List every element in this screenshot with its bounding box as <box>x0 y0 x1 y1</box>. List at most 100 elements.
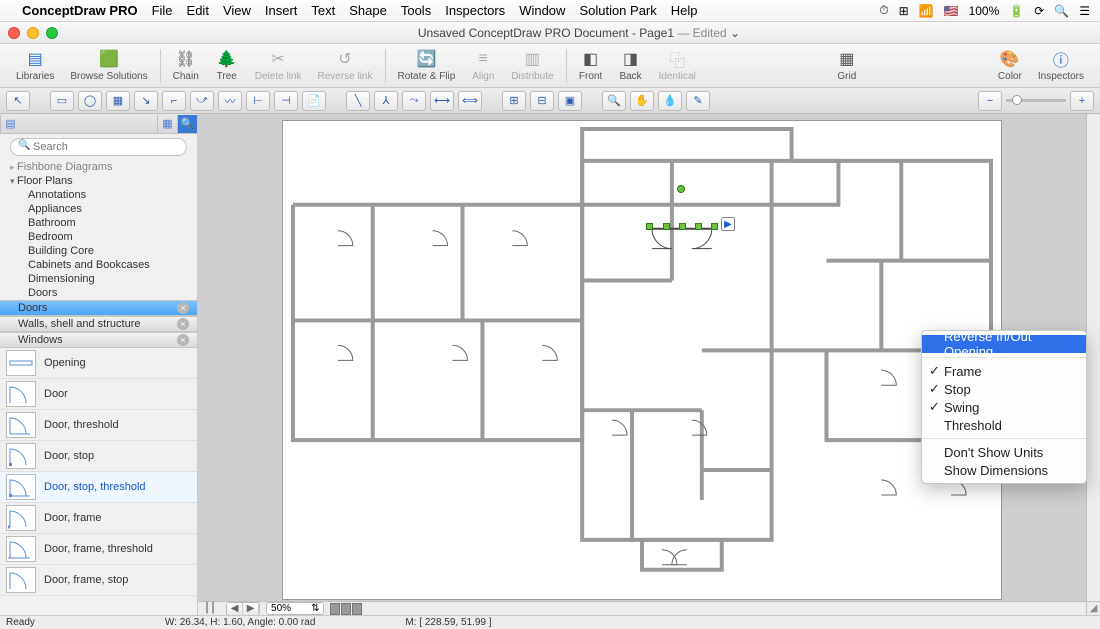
browse-solutions-button[interactable]: 🟩Browse Solutions <box>62 49 155 82</box>
zoom-in-button[interactable]: + <box>1070 91 1094 111</box>
category-windows[interactable]: Windows× <box>0 332 197 348</box>
arc-tool[interactable]: ⤻ <box>190 91 214 111</box>
resize-handle[interactable] <box>695 223 702 230</box>
tree-cabinets[interactable]: Cabinets and Bookcases <box>0 258 197 272</box>
libitem-door-stop[interactable]: Door, stop <box>0 441 197 472</box>
minimize-window[interactable] <box>27 27 39 39</box>
tree-floor-plans[interactable]: Floor Plans <box>0 174 197 188</box>
distribute-button[interactable]: ▥Distribute <box>503 49 561 82</box>
menu-inspectors[interactable]: Inspectors <box>445 3 505 18</box>
table-tool[interactable]: ▦ <box>106 91 130 111</box>
app-name[interactable]: ConceptDraw PRO <box>22 3 138 18</box>
spotlight-icon[interactable]: 🔍 <box>1054 4 1069 18</box>
identical-button[interactable]: ⿻Identical <box>651 49 704 82</box>
libitem-door-frame-stop[interactable]: Door, frame, stop <box>0 565 197 596</box>
pan-tool[interactable]: ✋ <box>630 91 654 111</box>
reverse-link-button[interactable]: ↺Reverse link <box>309 49 380 82</box>
horizontal-scrollbar[interactable]: ┃┃ ◀ ▶ 50%⇅ <box>198 601 1086 615</box>
dimh-tool[interactable]: ⟷ <box>430 91 454 111</box>
back-button[interactable]: ◨Back <box>611 49 651 82</box>
polyline-tool[interactable]: ⅄ <box>374 91 398 111</box>
menu-window[interactable]: Window <box>519 3 565 18</box>
ctx-frame[interactable]: Frame <box>922 362 1086 380</box>
zoom-window[interactable] <box>46 27 58 39</box>
menu-view[interactable]: View <box>223 3 251 18</box>
libitem-door[interactable]: Door <box>0 379 197 410</box>
title-dropdown-icon[interactable]: ⌄ <box>730 26 740 40</box>
resize-corner-icon[interactable]: ◢ <box>1086 601 1100 615</box>
ellipse-tool[interactable]: ◯ <box>78 91 102 111</box>
close-window[interactable] <box>8 27 20 39</box>
zoom-out-button[interactable]: − <box>978 91 1002 111</box>
ctx-swing[interactable]: Swing <box>922 398 1086 416</box>
rect-tool[interactable]: ▭ <box>50 91 74 111</box>
zoom-tool[interactable]: 🔍 <box>602 91 626 111</box>
zoom-slider[interactable] <box>1006 99 1066 102</box>
zoom-combo[interactable]: 50%⇅ <box>266 602 324 615</box>
scroll-grip-icon[interactable]: ┃┃ <box>198 603 222 614</box>
libitem-door-frame[interactable]: Door, frame <box>0 503 197 534</box>
close-icon[interactable]: × <box>177 318 189 330</box>
grid-button[interactable]: ▦Grid <box>827 49 867 82</box>
clock-icon[interactable]: ⏱ <box>879 3 888 18</box>
eyedropper-tool[interactable]: 💧 <box>658 91 682 111</box>
libitem-door-threshold[interactable]: Door, threshold <box>0 410 197 441</box>
edit-tool[interactable]: ✎ <box>686 91 710 111</box>
ctx-stop[interactable]: Stop <box>922 380 1086 398</box>
flag-icon[interactable]: 🇺🇸 <box>944 4 959 18</box>
menu-text[interactable]: Text <box>311 3 335 18</box>
tree-connector-tool[interactable]: ⊢ <box>246 91 270 111</box>
tree-doors[interactable]: Doors <box>0 286 197 300</box>
tree-appliances[interactable]: Appliances <box>0 202 197 216</box>
tile-icon[interactable]: ⊞ <box>899 4 909 18</box>
resize-handle-c[interactable] <box>679 223 686 230</box>
ctx-dont-show-units[interactable]: Don't Show Units <box>922 443 1086 461</box>
close-icon[interactable]: × <box>177 334 189 346</box>
category-doors[interactable]: Doors× <box>0 300 197 316</box>
menu-edit[interactable]: Edit <box>187 3 209 18</box>
spline-tool[interactable]: 〰 <box>218 91 242 111</box>
libitem-door-stop-threshold[interactable]: Door, stop, threshold <box>0 472 197 503</box>
canvas-area[interactable]: ▶ ┃┃ ◀ ▶ 50%⇅ ◢ Reverse In/Out Opening F… <box>198 114 1100 615</box>
selection-handles[interactable]: ▶ <box>649 203 715 211</box>
page-prev[interactable]: ◀ <box>227 603 243 615</box>
libitem-door-frame-threshold[interactable]: Door, frame, threshold <box>0 534 197 565</box>
menu-tools[interactable]: Tools <box>401 3 431 18</box>
tree-button[interactable]: 🌲Tree <box>207 49 247 82</box>
wifi-icon[interactable]: 📶 <box>919 4 934 18</box>
menu-shape[interactable]: Shape <box>349 3 387 18</box>
tree-bathroom[interactable]: Bathroom <box>0 216 197 230</box>
tree-building-core[interactable]: Building Core <box>0 244 197 258</box>
search-tab-icon[interactable]: 🔍 <box>177 115 197 133</box>
resize-handle[interactable] <box>663 223 670 230</box>
ungroup-tool[interactable]: ⊟ <box>530 91 554 111</box>
close-icon[interactable]: × <box>177 302 189 314</box>
stepper-icon[interactable]: ⇅ <box>311 603 319 614</box>
libraries-button[interactable]: ▤Libraries <box>8 49 62 82</box>
side-connector-tool[interactable]: ⊣ <box>274 91 298 111</box>
menu-help[interactable]: Help <box>671 3 698 18</box>
vertical-scrollbar[interactable] <box>1086 114 1100 601</box>
menu-insert[interactable]: Insert <box>265 3 298 18</box>
tree-bedroom[interactable]: Bedroom <box>0 230 197 244</box>
group-tool[interactable]: ⊞ <box>502 91 526 111</box>
smart-action-button[interactable]: ▶ <box>721 217 735 231</box>
drawing-page[interactable]: ▶ <box>282 120 1002 600</box>
tree-annotations[interactable]: Annotations <box>0 188 197 202</box>
dimv-tool[interactable]: ⟺ <box>458 91 482 111</box>
pointer-tool[interactable]: ↖ <box>6 91 30 111</box>
library-search-input[interactable] <box>10 138 187 156</box>
rotate-handle[interactable] <box>677 185 685 193</box>
battery-icon[interactable]: 🔋 <box>1009 4 1024 18</box>
libitem-opening[interactable]: Opening <box>0 348 197 379</box>
rotate-flip-button[interactable]: 🔄Rotate & Flip <box>390 49 464 82</box>
sync-icon[interactable]: ⟳ <box>1034 4 1044 18</box>
grid-view-icon[interactable]: ▦ <box>157 115 177 133</box>
delete-link-button[interactable]: ✂Delete link <box>247 49 310 82</box>
resize-handle-w[interactable] <box>646 223 653 230</box>
tree-fishbone[interactable]: Fishbone Diagrams <box>0 160 197 174</box>
line-tool[interactable]: ╲ <box>346 91 370 111</box>
page-thumbnails[interactable] <box>330 603 363 615</box>
note-tool[interactable]: 📄 <box>302 91 326 111</box>
page-next[interactable]: ▶ <box>243 603 259 615</box>
